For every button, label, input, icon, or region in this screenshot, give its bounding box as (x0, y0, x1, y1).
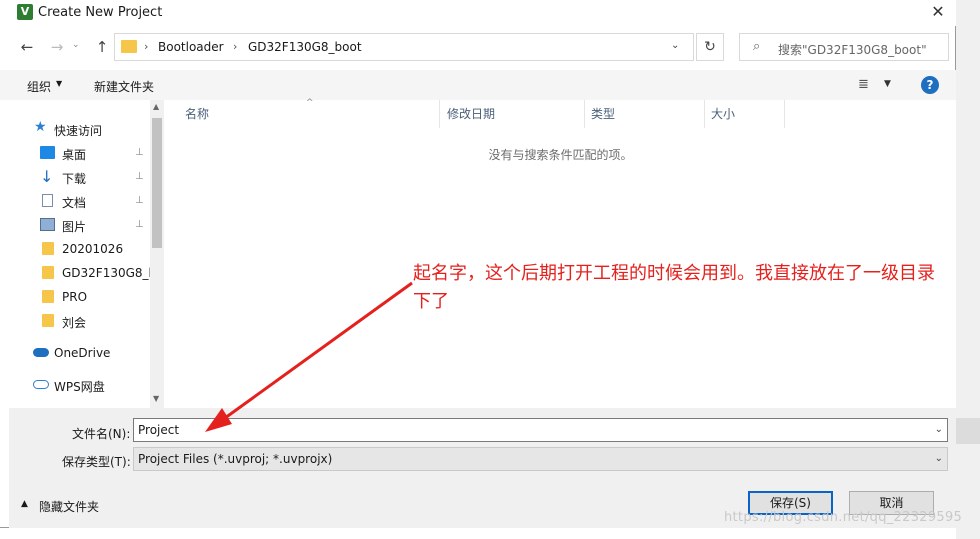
refresh-button[interactable]: ↻ (696, 33, 724, 61)
document-icon (42, 194, 53, 207)
title-bar: V Create New Project ✕ (0, 0, 956, 26)
cloud-outline-icon (33, 380, 49, 389)
cloud-icon (33, 348, 49, 357)
search-input[interactable]: 搜索"GD32F130G8_boot" (778, 41, 927, 58)
sidebar-item-label: 桌面 (62, 148, 87, 162)
sidebar-item-label: 刘会 (62, 316, 87, 330)
close-button[interactable]: ✕ (924, 0, 952, 24)
recent-locations-chevron-icon[interactable]: ⌄ (72, 40, 80, 50)
desktop-icon (40, 146, 55, 159)
sidebar-scrollbar[interactable]: ▲ ▼ (150, 100, 164, 408)
search-icon: ⌕ (753, 39, 761, 54)
sidebar-item-label: 快速访问 (54, 124, 103, 138)
filetype-select[interactable]: Project Files (*.uvproj; *.uvprojx) ⌄ (133, 447, 948, 471)
sidebar-item-label: 图片 (62, 220, 87, 234)
new-folder-button[interactable]: 新建文件夹 (94, 78, 154, 95)
forward-arrow-icon[interactable]: → (48, 37, 66, 57)
address-bar[interactable]: › Bootloader › GD32F130G8_boot ⌄ (114, 33, 694, 61)
sidebar-item-label: 20201026 (62, 242, 124, 256)
view-options-icon[interactable]: ≣ (858, 77, 876, 92)
empty-folder-message: 没有与搜索条件匹配的项。 (488, 148, 633, 162)
column-header-size[interactable]: 大小 (705, 100, 785, 128)
scroll-down-icon[interactable]: ▼ (153, 394, 159, 403)
filename-value[interactable]: Project (138, 423, 179, 437)
folder-icon (42, 266, 54, 279)
column-date-label: 修改日期 (447, 107, 496, 121)
hide-folders-button[interactable]: 隐藏文件夹 (39, 498, 99, 515)
background-window-bar (956, 418, 980, 444)
sidebar-item-label: 文档 (62, 196, 87, 210)
chevron-down-icon[interactable]: ⌄ (935, 424, 943, 435)
download-icon: ↓ (40, 167, 54, 186)
back-arrow-icon[interactable]: ← (18, 37, 36, 57)
folder-icon (42, 314, 54, 327)
caret-down-icon[interactable]: ▼ (56, 79, 62, 88)
filename-input[interactable]: Project ⌄ (133, 418, 948, 442)
sidebar-item-label: 下载 (62, 172, 87, 186)
watermark-text: https://blog.csdn.net/qq_22329595 (724, 510, 963, 525)
pin-icon: ⊥ (135, 195, 144, 206)
sidebar-item-label: GD32F130G8_b (62, 266, 150, 280)
breadcrumb-gd32f130g8-boot[interactable]: GD32F130G8_boot (248, 40, 362, 54)
breadcrumb-chevron-icon: › (144, 40, 149, 53)
window-title: Create New Project (38, 5, 163, 20)
caret-down-icon[interactable]: ▼ (884, 79, 891, 89)
folder-icon (42, 242, 54, 255)
sidebar-item-label: WPS网盘 (54, 380, 105, 394)
pin-icon: ⊥ (135, 219, 144, 230)
chevron-down-icon[interactable]: ⌄ (671, 40, 679, 51)
column-header-type[interactable]: 类型 (585, 100, 705, 128)
background-window-edge (956, 0, 980, 539)
scrollbar-thumb[interactable] (152, 118, 162, 248)
sidebar-item-label: OneDrive (54, 346, 111, 360)
column-type-label: 类型 (591, 107, 616, 121)
breadcrumb-bootloader[interactable]: Bootloader (158, 40, 224, 54)
help-icon[interactable]: ? (921, 76, 939, 94)
annotation-text: 起名字，这个后期打开工程的时候会用到。我直接放在了一级目录下了 (413, 263, 935, 312)
column-size-label: 大小 (711, 107, 736, 121)
folder-icon (121, 40, 137, 53)
star-icon: ★ (34, 119, 47, 135)
navigation-pane: ★ 快速访问 桌面 ⊥ ↓ 下载 ⊥ 文档 ⊥ 图片 ⊥ 20201026 GD… (9, 100, 164, 408)
sort-ascending-icon: ^ (306, 98, 314, 108)
pin-icon: ⊥ (135, 147, 144, 158)
file-list[interactable]: 名称 ^ 修改日期 类型 大小 没有与搜索条件匹配的项。 (165, 98, 956, 408)
keil-uvision-icon: V (17, 4, 33, 20)
toolbar: 组织 ▼ 新建文件夹 ≣ ▼ ? (0, 70, 956, 100)
scroll-up-icon[interactable]: ▲ (153, 102, 159, 111)
filename-label: 文件名(N): (72, 427, 131, 441)
search-box[interactable]: ⌕ 搜索"GD32F130G8_boot" (739, 33, 949, 61)
column-header-name[interactable]: 名称 (165, 100, 440, 128)
filetype-label: 保存类型(T): (62, 455, 131, 469)
pin-icon: ⊥ (135, 171, 144, 182)
filetype-value: Project Files (*.uvproj; *.uvprojx) (138, 452, 333, 466)
folder-icon (42, 290, 54, 303)
up-arrow-icon[interactable]: ↑ (93, 37, 111, 57)
breadcrumb-chevron-icon: › (233, 40, 238, 53)
chevron-down-icon[interactable]: ⌄ (935, 453, 943, 464)
column-header-date[interactable]: 修改日期 (440, 100, 585, 128)
caret-up-icon[interactable]: ▲ (21, 499, 28, 509)
column-name-label: 名称 (185, 107, 210, 121)
organize-button[interactable]: 组织 (27, 78, 51, 95)
sidebar-item-label: PRO (62, 290, 88, 304)
pictures-icon (40, 218, 55, 231)
